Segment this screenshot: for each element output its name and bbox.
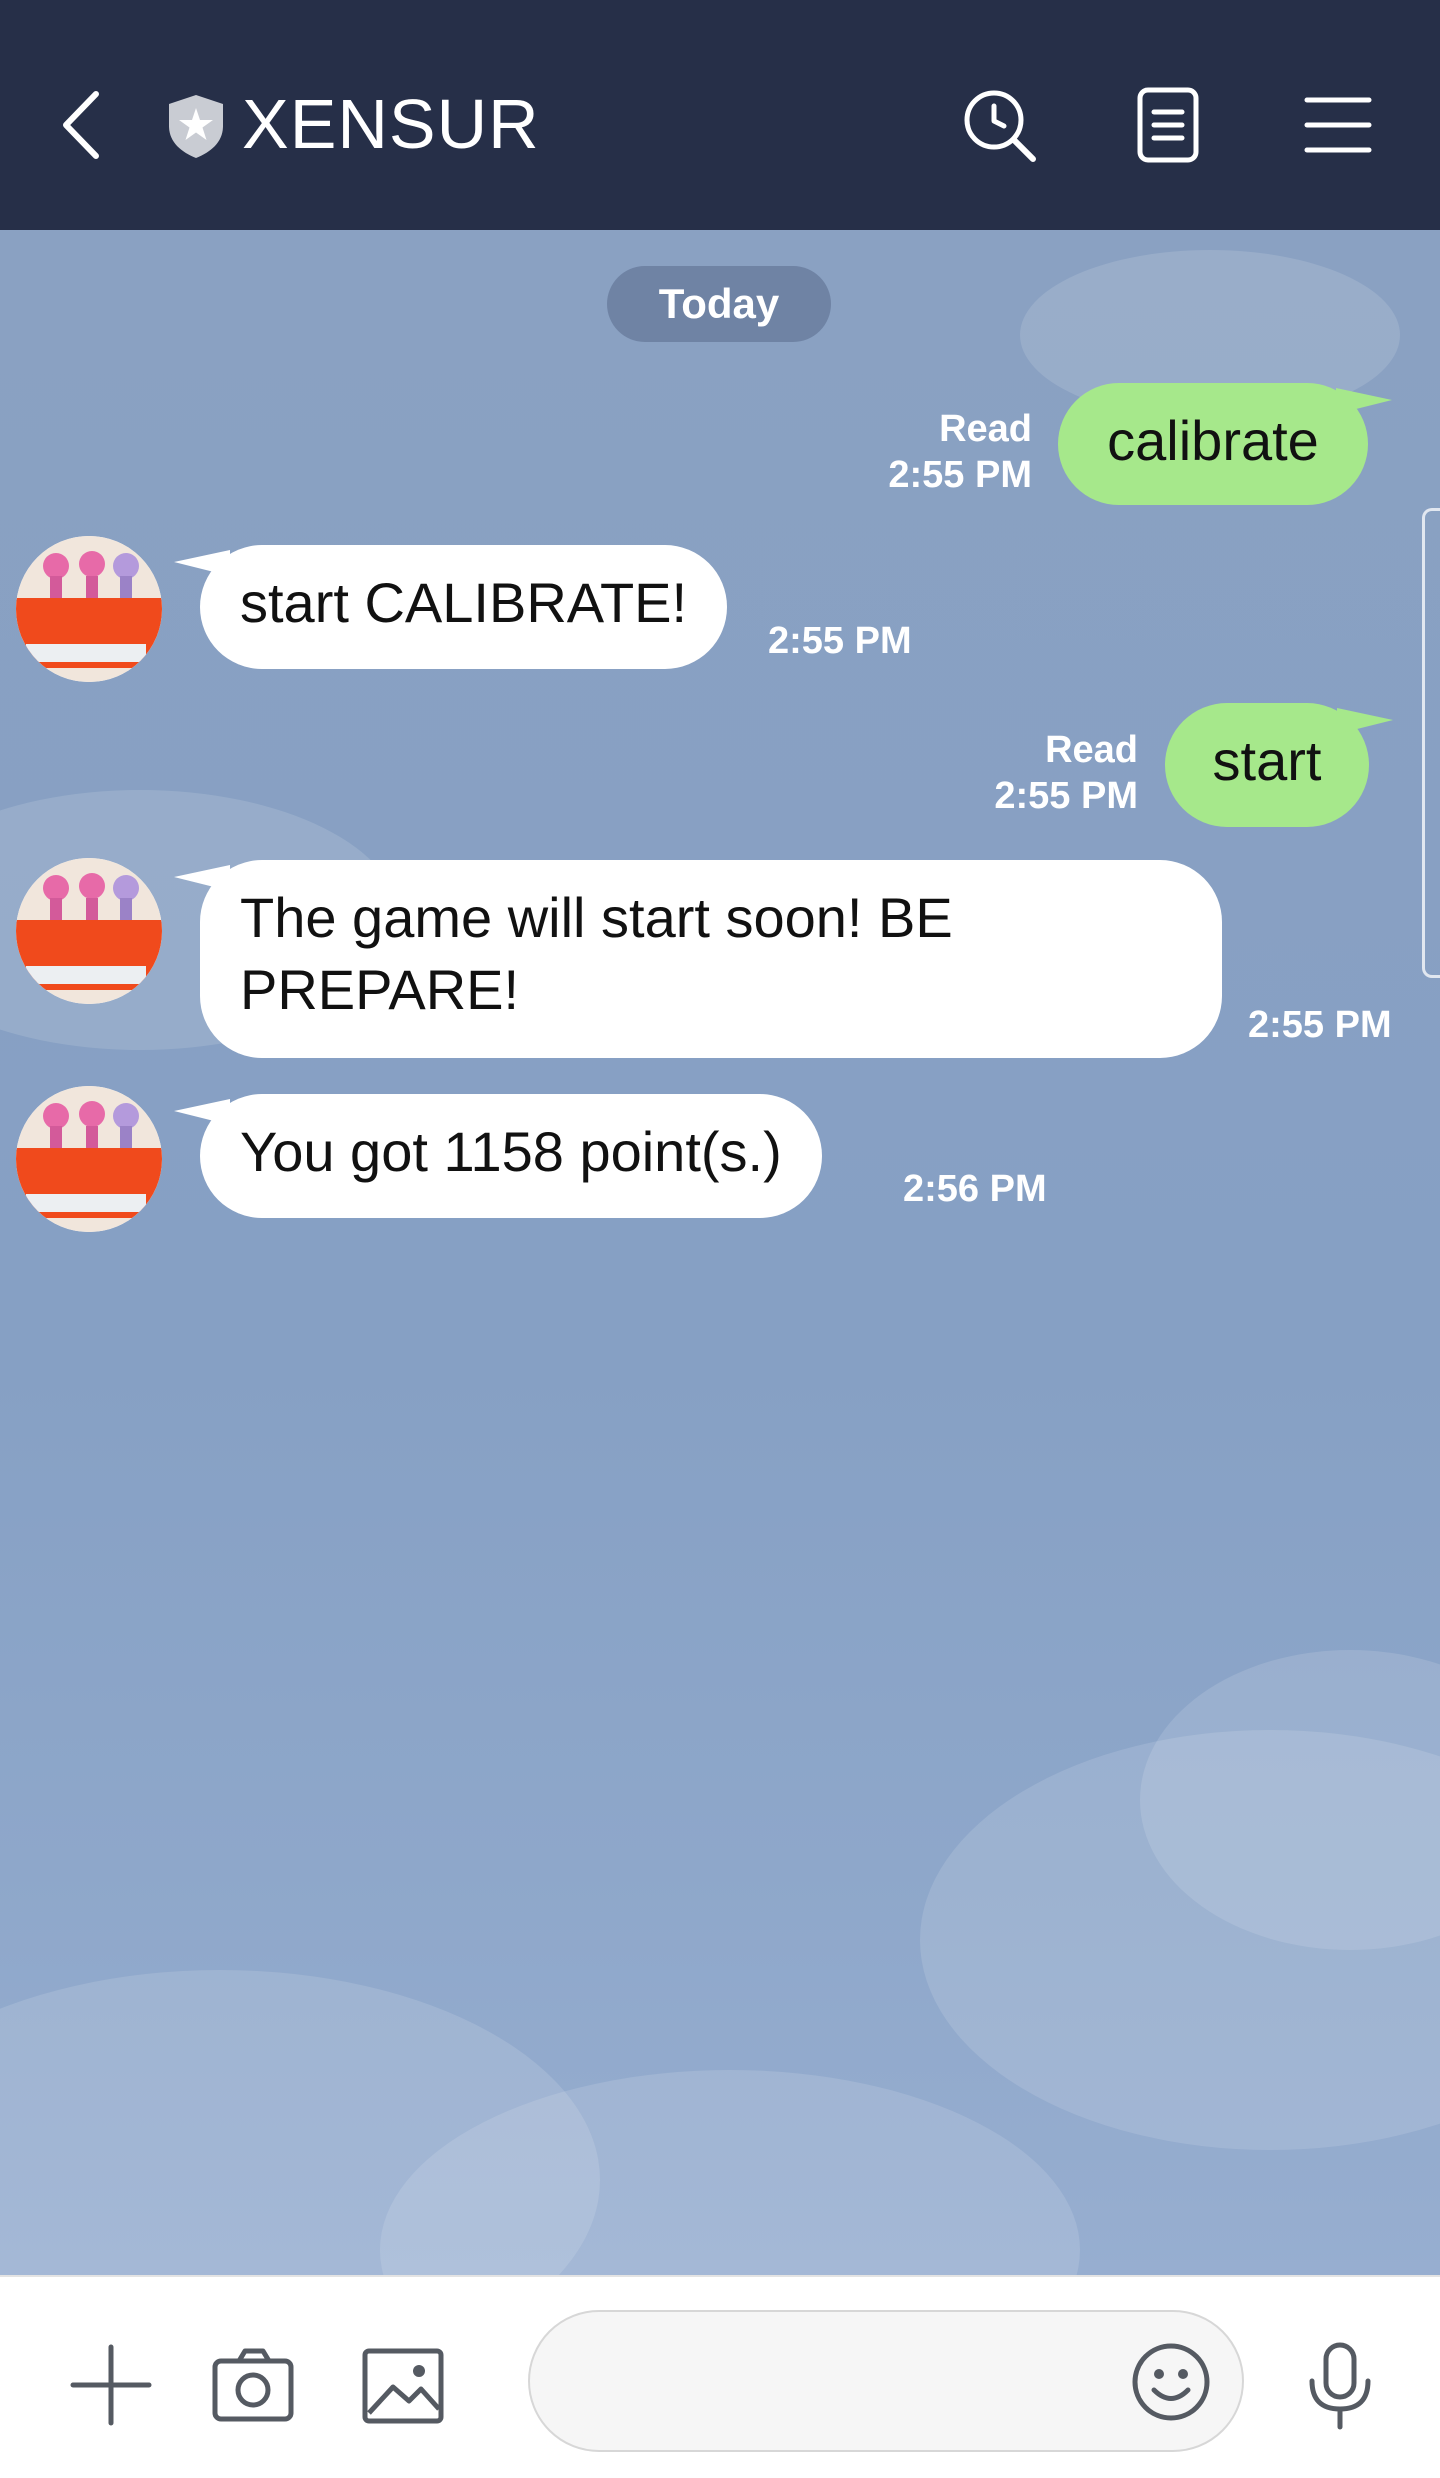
camera-button[interactable] <box>205 2337 301 2433</box>
menu-button[interactable] <box>1295 82 1381 168</box>
camera-icon <box>212 2348 294 2422</box>
incoming-message-bubble[interactable]: The game will start soon! BE PREPARE! <box>200 860 1222 1058</box>
read-label: Read <box>939 408 1032 450</box>
message-text: start <box>1212 729 1322 792</box>
message-read-status: Read 2:55 PM <box>994 727 1138 819</box>
notes-icon <box>1137 87 1199 163</box>
chat-header: XENSUR <box>0 0 1440 230</box>
incoming-message-bubble[interactable]: start CALIBRATE! <box>200 545 728 669</box>
notes-button[interactable] <box>1125 82 1211 168</box>
message-text-line: The game will start soon! BE <box>240 886 953 949</box>
message-time: 2:55 PM <box>1248 1004 1392 1046</box>
outgoing-message-bubble[interactable]: calibrate <box>1058 383 1368 505</box>
outgoing-message-bubble[interactable]: start <box>1165 703 1369 827</box>
shield-icon <box>165 92 227 160</box>
emoji-icon <box>1132 2343 1210 2421</box>
date-separator: Today <box>607 266 831 342</box>
message-text-line: PREPARE! <box>240 958 520 1021</box>
chat-title: XENSUR <box>242 85 540 163</box>
message-time: 2:55 PM <box>994 775 1138 817</box>
menu-icon <box>1304 97 1372 153</box>
message-text: You got 1158 point(s.) <box>240 1120 782 1183</box>
message-composer <box>0 2275 1440 2478</box>
search-button[interactable] <box>958 82 1044 168</box>
read-label: Read <box>1045 729 1138 771</box>
gallery-icon <box>362 2348 444 2424</box>
bot-avatar[interactable] <box>16 858 162 1004</box>
message-read-status: Read 2:55 PM <box>888 406 1032 498</box>
gallery-button[interactable] <box>355 2337 451 2433</box>
plus-button[interactable] <box>63 2337 159 2433</box>
message-text: start CALIBRATE! <box>240 571 688 634</box>
search-history-icon <box>964 90 1036 162</box>
incoming-message-bubble[interactable]: You got 1158 point(s.) <box>200 1094 822 1218</box>
message-time: 2:56 PM <box>903 1168 1047 1210</box>
microphone-button[interactable] <box>1292 2337 1388 2433</box>
scroll-handle[interactable] <box>1422 508 1440 978</box>
message-text: calibrate <box>1107 409 1319 472</box>
emoji-button[interactable] <box>1128 2339 1214 2425</box>
chat-area[interactable]: Today Read 2:55 PM calibrate start CALIB… <box>0 230 1440 2275</box>
back-button[interactable] <box>52 80 118 170</box>
microphone-icon <box>1309 2342 1371 2430</box>
bot-avatar[interactable] <box>16 536 162 682</box>
back-icon <box>63 91 99 159</box>
bot-avatar[interactable] <box>16 1086 162 1232</box>
message-time: 2:55 PM <box>768 620 912 662</box>
message-time: 2:55 PM <box>888 454 1032 496</box>
plus-icon <box>70 2344 152 2426</box>
